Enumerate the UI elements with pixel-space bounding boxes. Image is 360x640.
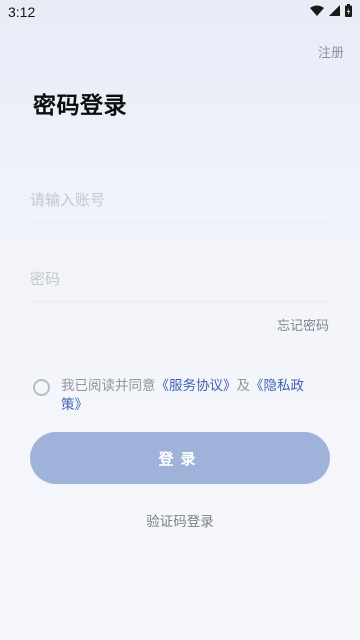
wifi-icon (310, 5, 324, 16)
agreement-text: 我已阅读并同意《服务协议》及《隐私政策》 (61, 377, 319, 415)
page-title: 密码登录 (33, 93, 127, 119)
status-time: 3:12 (8, 4, 36, 20)
status-bar: 3:12 (0, 0, 360, 24)
account-field[interactable] (30, 178, 330, 223)
account-input[interactable] (30, 178, 330, 222)
signal-icon (329, 4, 340, 16)
service-agreement-link[interactable]: 《服务协议》 (156, 378, 237, 394)
agreement-row: 我已阅读并同意《服务协议》及《隐私政策》 (33, 377, 333, 415)
code-login-link[interactable]: 验证码登录 (0, 510, 360, 530)
agreement-and: 及 (236, 378, 251, 394)
status-icons (310, 4, 352, 17)
battery-icon (345, 4, 352, 17)
password-input[interactable] (30, 257, 330, 301)
login-button[interactable]: 登录 (30, 432, 330, 484)
agreement-radio[interactable] (33, 379, 50, 396)
forgot-password-link[interactable]: 忘记密码 (277, 315, 329, 334)
register-link[interactable]: 注册 (318, 42, 344, 61)
agreement-prefix: 我已阅读并同意 (61, 378, 156, 394)
password-field[interactable] (30, 257, 330, 302)
